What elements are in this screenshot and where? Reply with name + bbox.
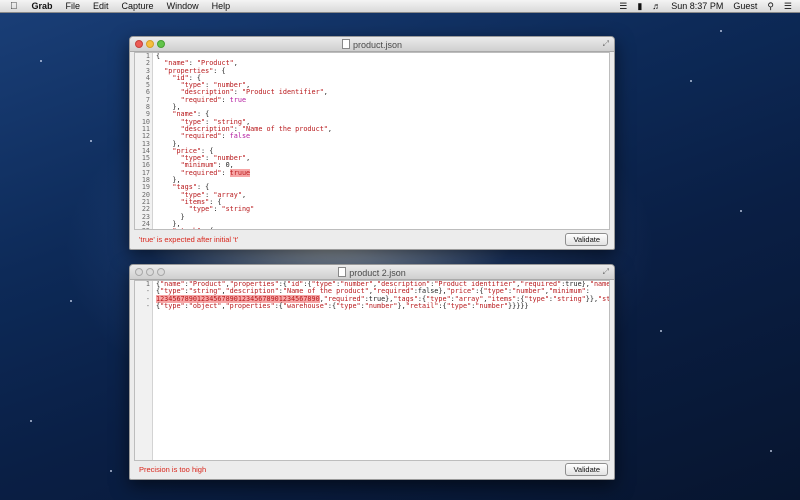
code-line: "required": true [156, 95, 609, 104]
validation-error-message: 'true' is expected after initial 't' [139, 235, 239, 244]
window-title-text: product.json [352, 40, 403, 50]
editor-window-product-2-json: product 2.json ⤢ 1--- {"name":"Product",… [129, 264, 615, 480]
code-token: : [221, 168, 230, 177]
code-token: "required" [180, 95, 222, 104]
document-icon [338, 267, 347, 277]
menu-file[interactable]: File [66, 1, 81, 11]
code-line: {"type":"object","properties":{"warehous… [156, 301, 609, 310]
code-token: }}, [585, 294, 599, 303]
code-token: "number" [364, 301, 398, 310]
user-menu[interactable]: Guest [733, 1, 757, 11]
error-highlight-token: truue [229, 168, 251, 177]
code-area[interactable]: { "name": "Product", "properties": { "id… [156, 53, 609, 229]
line-number-gutter: 1234567891011121314151617181920212223242… [135, 53, 153, 229]
code-token: : [221, 95, 230, 104]
code-token: "Product identifier" [241, 88, 324, 97]
window-titlebar[interactable]: product.json ⤢ [130, 37, 614, 52]
code-token: "retail" [405, 301, 439, 310]
code-token: "properties" [225, 301, 275, 310]
code-token: :{ [327, 301, 337, 310]
wifi-icon[interactable]: ☰ [619, 1, 627, 12]
code-token: , [233, 59, 238, 68]
code-line: "properties": { [156, 66, 609, 75]
code-line: }, [156, 176, 609, 184]
code-token: "string" [221, 205, 255, 214]
fullscreen-icon[interactable]: ⤢ [603, 267, 609, 277]
window-titlebar[interactable]: product 2.json ⤢ [130, 265, 614, 280]
document-icon [341, 39, 350, 49]
code-token: :{ [274, 301, 283, 310]
code-line: "type": "array", [156, 190, 609, 199]
fullscreen-icon[interactable]: ⤢ [603, 39, 609, 49]
code-token: "type" [188, 205, 214, 214]
menu-capture[interactable]: Capture [122, 1, 154, 11]
line-number: - [145, 301, 150, 310]
code-token: :{ [438, 301, 447, 310]
status-footer: Precision is too high Validate [134, 462, 610, 476]
validate-button[interactable]: Validate [565, 233, 608, 246]
code-token: , [246, 154, 251, 163]
code-line: }, [156, 140, 609, 148]
menu-bar:  Grab File Edit Capture Window Help ☰ ▮… [0, 0, 800, 13]
code-token: "stock" [598, 294, 610, 303]
battery-icon[interactable]: ▮ [637, 1, 642, 12]
json-editor[interactable]: 1--- {"name":"Product","properties":{"id… [134, 280, 610, 461]
code-token: : [213, 205, 222, 214]
code-area[interactable]: {"name":"Product","properties":{"id":{"t… [156, 281, 609, 460]
json-editor[interactable]: 1234567891011121314151617181920212223242… [134, 52, 610, 230]
code-line: }, [156, 220, 609, 228]
line-number: 25 [135, 227, 152, 229]
code-token: true [229, 95, 247, 104]
code-token: "name" [589, 280, 610, 288]
validation-error-message: Precision is too high [139, 465, 207, 474]
code-token: "number" [475, 301, 509, 310]
code-token: "warehouse" [282, 301, 328, 310]
code-line: "required": truue [156, 168, 609, 177]
status-footer: 'true' is expected after initial 't' Val… [134, 232, 610, 246]
code-token: "type" [446, 301, 472, 310]
code-token: }, [397, 301, 406, 310]
clock[interactable]: Sun 8:37 PM [671, 1, 723, 11]
code-token: }}}}} [508, 301, 529, 310]
menu-app-name[interactable]: Grab [32, 1, 53, 11]
code-line: } [156, 213, 609, 221]
code-token: , [241, 190, 247, 199]
window-title: product.json [130, 39, 614, 50]
code-token: : [221, 132, 230, 141]
code-token: false [229, 132, 251, 141]
code-line: }, [156, 103, 609, 111]
code-token: : { [201, 227, 213, 229]
notification-center-icon[interactable]: ☰ [784, 1, 792, 12]
editor-window-product-json: product.json ⤢ 1 2 3 4 5 6 7 8 9 10 11 12 13 14 15 16 17… [129, 36, 615, 250]
code-token: "object" [188, 301, 222, 310]
spotlight-search-icon[interactable]: ⚲ [767, 1, 774, 12]
menu-help[interactable]: Help [212, 1, 231, 11]
line-number-gutter: 1--- [135, 281, 153, 460]
window-title: product 2.json [130, 267, 614, 278]
apple-menu-icon[interactable]:  [10, 1, 18, 12]
code-token: , [327, 124, 332, 133]
code-token: "type" [160, 301, 185, 310]
code-line: "type": "string" [156, 206, 609, 213]
menu-window[interactable]: Window [167, 1, 199, 11]
window-title-text: product 2.json [349, 268, 406, 278]
volume-icon[interactable]: ♬ [652, 1, 661, 11]
code-token: "required" [180, 168, 222, 177]
validate-button[interactable]: Validate [565, 463, 608, 476]
code-token: "string" [553, 294, 586, 303]
menu-edit[interactable]: Edit [93, 1, 109, 11]
code-line: "stock": { [156, 227, 609, 229]
code-token: , [323, 88, 328, 97]
code-token: "required" [180, 132, 222, 141]
code-token: "Name of the product" [241, 124, 328, 133]
code-token: "type" [336, 301, 361, 310]
code-token: : { [213, 66, 226, 75]
code-line: "required": false [156, 133, 609, 140]
code-token: "stock" [172, 227, 201, 229]
